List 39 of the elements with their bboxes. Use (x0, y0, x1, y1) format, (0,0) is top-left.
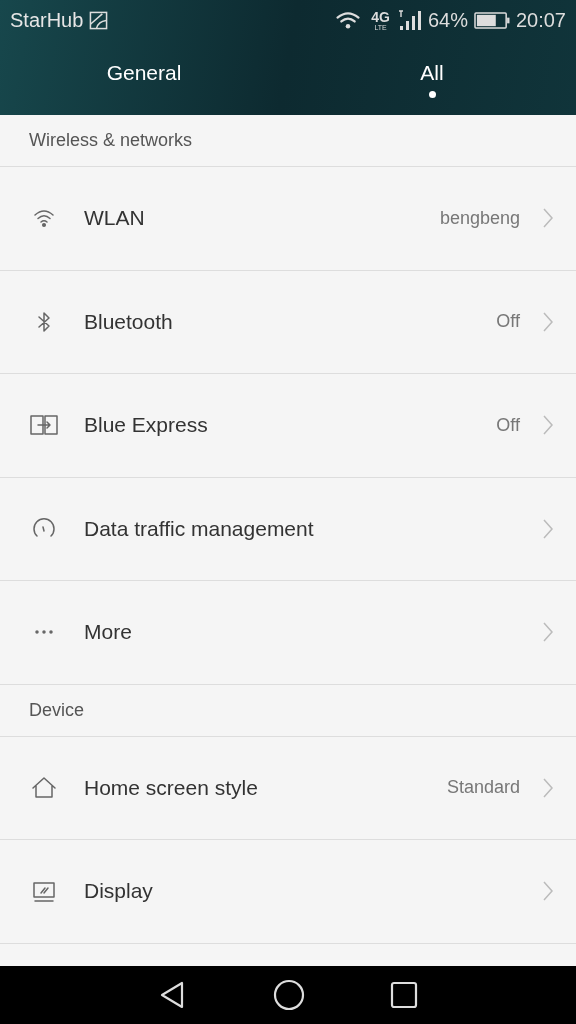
settings-item[interactable]: More (0, 581, 576, 685)
tab[interactable]: All (288, 40, 576, 115)
item-value: bengbeng (439, 207, 520, 229)
item-label: More (84, 620, 133, 645)
recents-icon[interactable] (390, 981, 419, 1009)
chevron-icon (542, 776, 554, 799)
more-icon (35, 630, 53, 635)
settings-item[interactable]: WLAN bengbeng (0, 167, 576, 271)
clock: 20:07 (515, 8, 566, 32)
battery-icon (473, 11, 510, 29)
section-header: Device (0, 684, 576, 737)
settings-item[interactable]: Display (0, 840, 576, 944)
chevron-icon (542, 310, 554, 333)
image-icon (89, 10, 109, 30)
item-value: Standard (446, 777, 520, 799)
item-label: Display (84, 879, 154, 904)
settings-item[interactable]: Bluetooth Off (0, 270, 576, 374)
network-type: 4G (371, 9, 390, 24)
item-label: Bluetooth (84, 309, 174, 334)
chevron-icon (542, 207, 554, 230)
item-value: Off (496, 311, 520, 333)
wifi-icon (335, 10, 362, 30)
chevron-icon (542, 414, 554, 437)
tab[interactable]: General (0, 40, 288, 115)
settings-item[interactable]: Blue Express Off (0, 374, 576, 478)
item-value: Off (496, 414, 520, 436)
item-label: Blue Express (84, 413, 209, 438)
item-label: Home screen style (84, 775, 259, 800)
item-label: Data traffic management (84, 516, 315, 541)
battery-percent: 64% (427, 8, 468, 32)
chevron-icon (542, 621, 554, 644)
home-icon[interactable] (273, 979, 305, 1011)
chevron-icon (542, 880, 554, 903)
item-label: WLAN (84, 206, 146, 231)
settings-item[interactable]: Data traffic management (0, 477, 576, 581)
section-header: Wireless & networks (0, 115, 576, 167)
carrier-name: StarHub (10, 8, 84, 32)
settings-item[interactable]: Home screen style Standard (0, 736, 576, 840)
chevron-icon (542, 517, 554, 540)
